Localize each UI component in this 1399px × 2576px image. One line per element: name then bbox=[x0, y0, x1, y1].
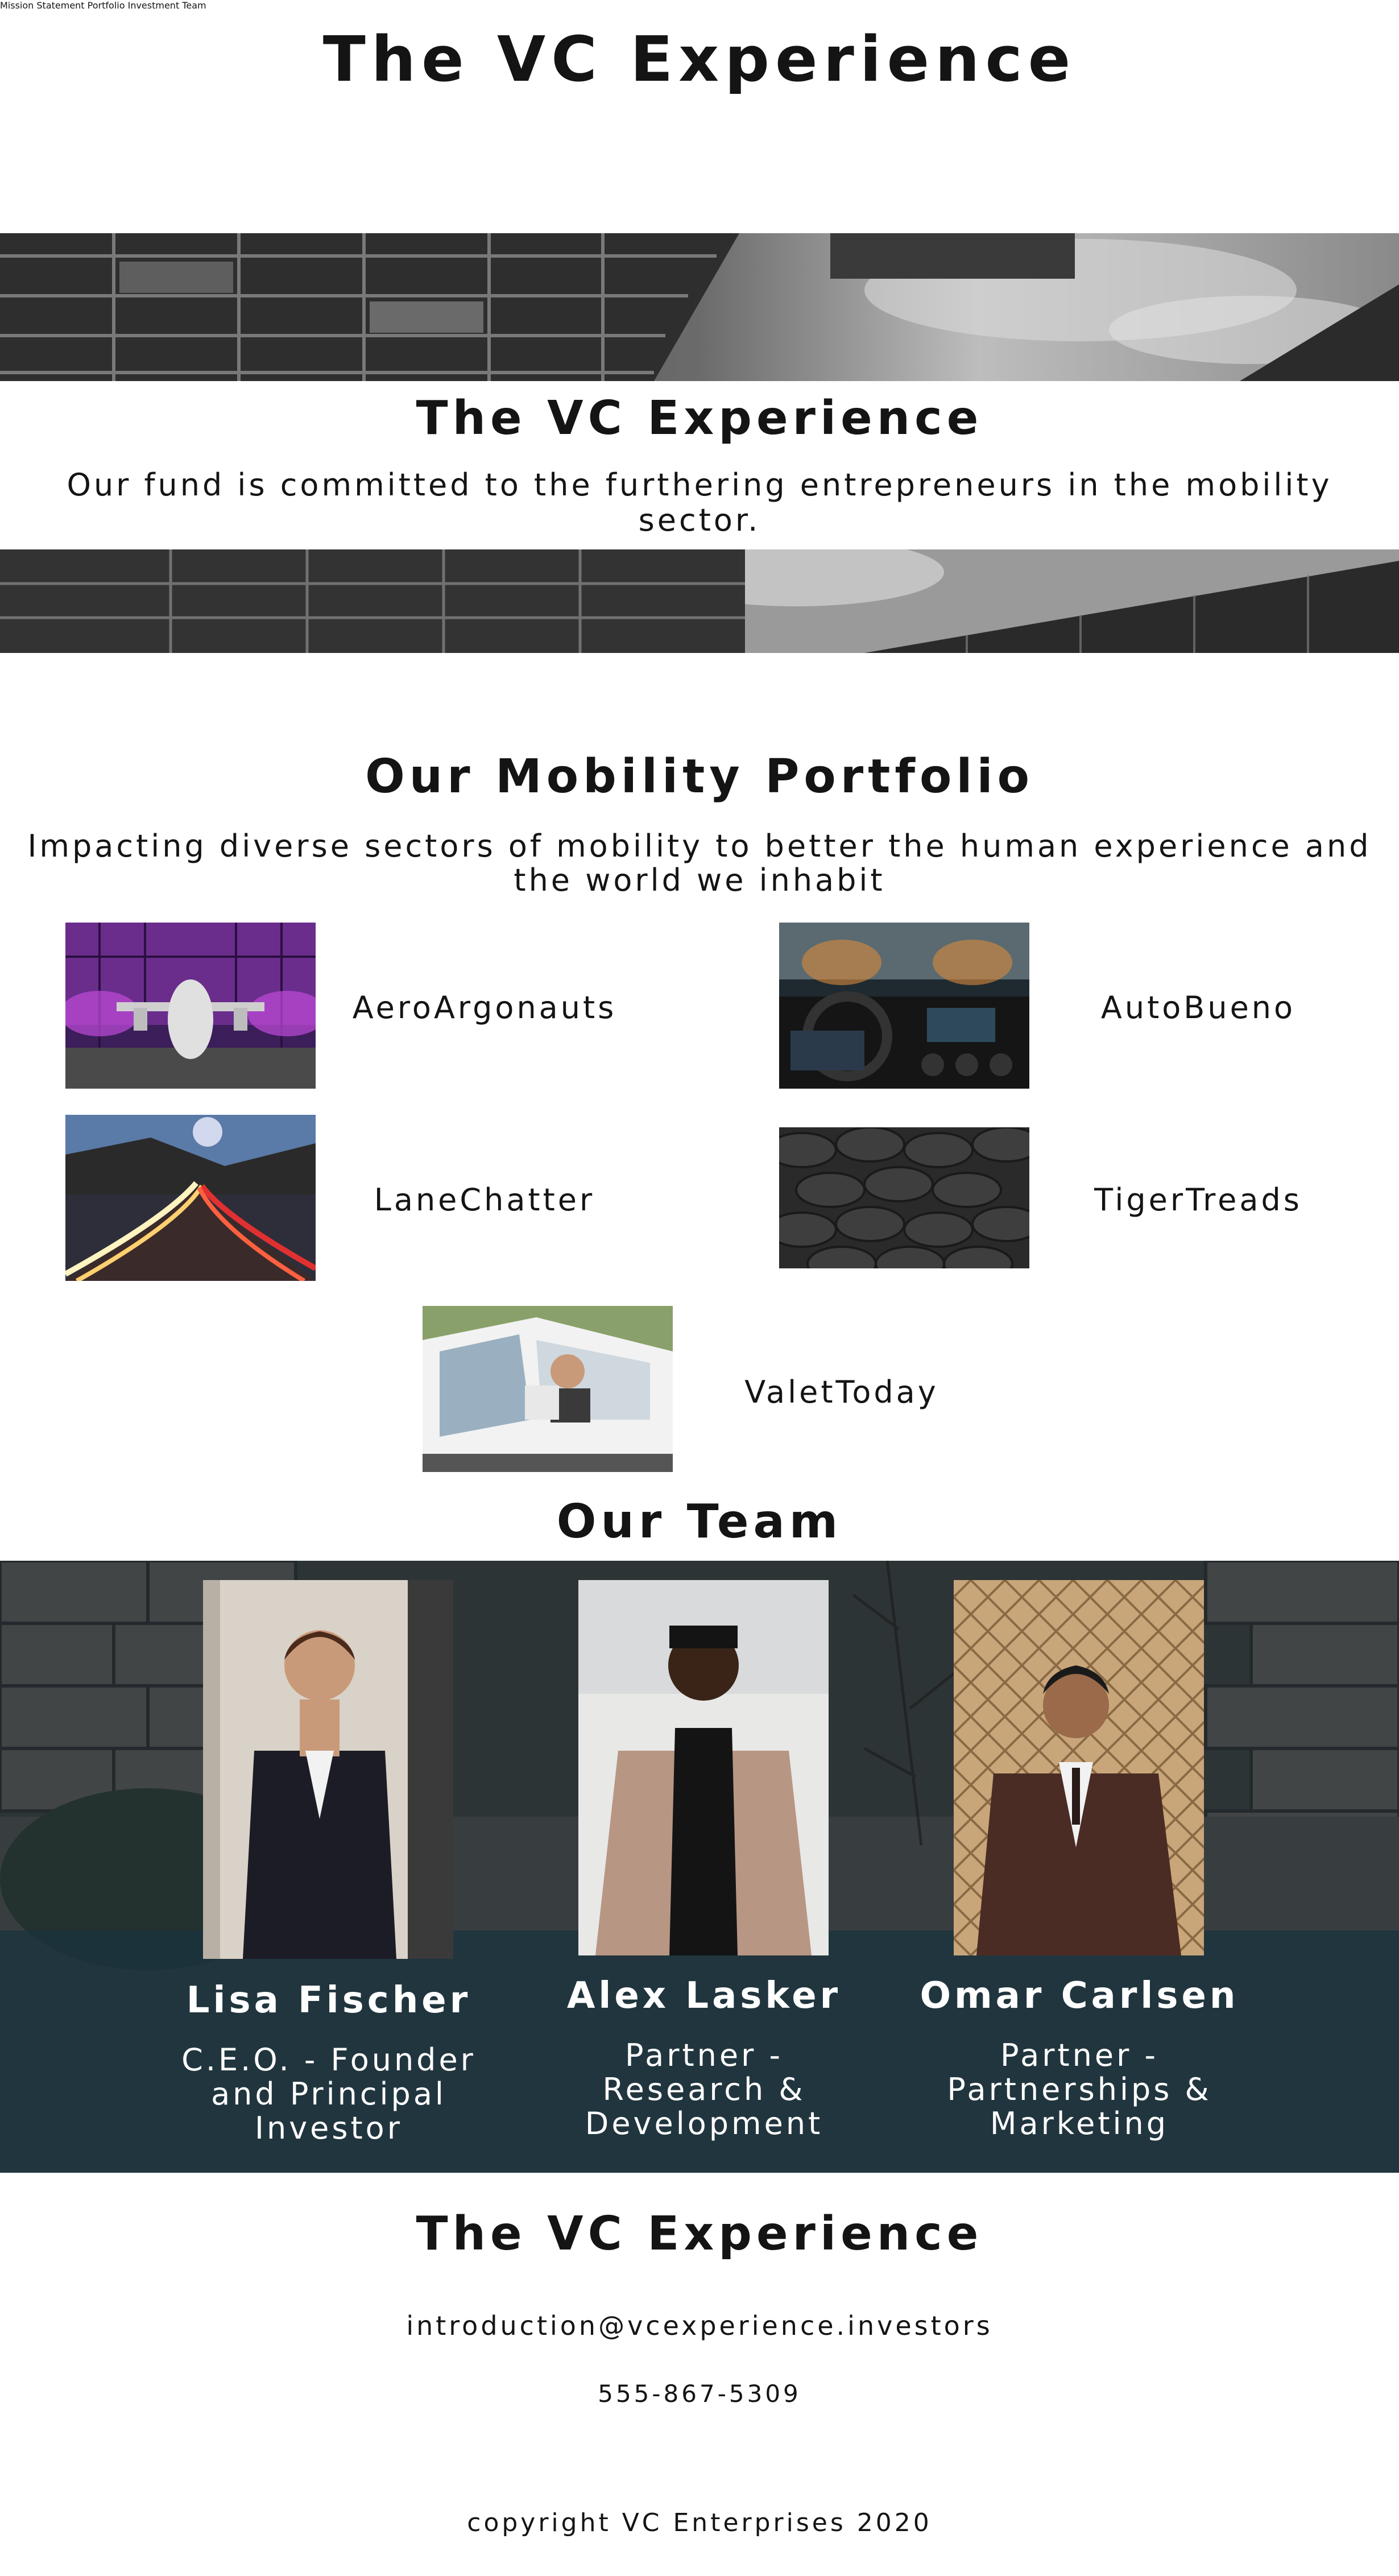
portfolio-title: Our Mobility Portfolio bbox=[365, 750, 1034, 804]
company-name-tigertreads[interactable]: TigerTreads bbox=[1039, 1182, 1357, 1218]
member-role-lisa-fischer: C.E.O. - Founder and Principal Investor bbox=[181, 2042, 476, 2146]
footer-email[interactable]: introduction@vcexperience.investors bbox=[0, 2310, 1399, 2341]
company-name-autobueno[interactable]: AutoBueno bbox=[1039, 990, 1357, 1026]
company-name-valettoday[interactable]: ValetToday bbox=[682, 1374, 1001, 1410]
company-name-aeroargonauts[interactable]: AeroArgonauts bbox=[325, 990, 644, 1026]
portrait-alex-lasker bbox=[578, 1580, 829, 1955]
member-role-alex-lasker: Partner - Research & Development bbox=[585, 2037, 823, 2141]
portrait-omar-carlsen bbox=[954, 1580, 1204, 1955]
aeroargonauts-image[interactable] bbox=[65, 923, 316, 1089]
portfolio-subtitle: Impacting diverse sectors of mobility to… bbox=[27, 828, 1372, 898]
member-name-alex-lasker: Alex Lasker bbox=[566, 1975, 842, 2017]
nav-link-investment-team[interactable]: Investment Team bbox=[128, 0, 206, 11]
valettoday-image[interactable] bbox=[423, 1306, 673, 1472]
nav-link-portfolio[interactable]: Portfolio bbox=[88, 0, 125, 11]
company-name-lanechatter[interactable]: LaneChatter bbox=[325, 1182, 644, 1218]
hero-building-image-top bbox=[0, 233, 1399, 381]
member-name-lisa-fischer: Lisa Fischer bbox=[186, 1979, 471, 2021]
site-title: The VC Experience bbox=[322, 23, 1077, 96]
footer-copyright: copyright VC Enterprises 2020 bbox=[467, 2508, 932, 2537]
nav-link-mission-statement[interactable]: Mission Statement bbox=[0, 0, 85, 11]
footer-title: The VC Experience bbox=[416, 2207, 983, 2261]
autobueno-image[interactable] bbox=[779, 923, 1029, 1089]
portrait-lisa-fischer bbox=[203, 1580, 453, 1959]
tigertreads-image[interactable] bbox=[779, 1127, 1029, 1268]
hero-title: The VC Experience bbox=[416, 391, 983, 445]
hero-building-image-bottom bbox=[0, 538, 1399, 653]
member-role-omar-carlsen: Partner - Partnerships & Marketing bbox=[947, 2037, 1212, 2141]
hero-subtitle: Our fund is committed to the furthering … bbox=[67, 467, 1332, 538]
main-nav: Mission Statement Portfolio Investment T… bbox=[0, 0, 1399, 11]
member-name-omar-carlsen: Omar Carlsen bbox=[920, 1975, 1239, 2017]
lanechatter-image[interactable] bbox=[65, 1115, 316, 1281]
footer-phone[interactable]: 555-867-5309 bbox=[0, 2380, 1399, 2408]
team-title: Our Team bbox=[556, 1495, 843, 1549]
